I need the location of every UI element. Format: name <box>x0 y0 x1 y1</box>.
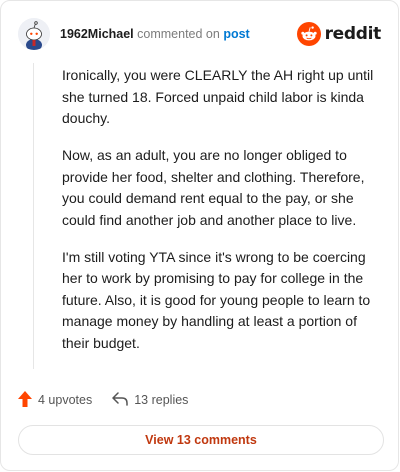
comment-paragraph: Ironically, you were CLEARLY the AH righ… <box>62 67 374 126</box>
comment-paragraph: Now, as an adult, you are no longer obli… <box>62 147 365 228</box>
post-link[interactable]: post <box>223 27 249 41</box>
upvote-button[interactable]: 4 upvotes <box>18 390 93 410</box>
comment-paragraph: I'm still voting YTA since it's wrong to… <box>62 248 371 351</box>
avatar[interactable] <box>18 18 50 50</box>
upvote-count: 4 upvotes <box>38 393 93 407</box>
username-link[interactable]: 1962Michael <box>60 27 134 41</box>
reddit-logo-icon <box>296 22 321 46</box>
comment-actions: 4 upvotes 13 replies <box>18 390 188 410</box>
comment-body: Ironically, you were CLEARLY the AH righ… <box>62 65 380 370</box>
comment-header: 1962Michael commented on post reddit <box>18 18 381 50</box>
comment-meta: 1962Michael commented on post <box>60 26 250 42</box>
reddit-brand[interactable]: reddit <box>296 22 382 46</box>
reddit-wordmark: reddit <box>324 24 382 44</box>
view-comments-button[interactable]: View 13 comments <box>18 425 384 455</box>
thread-line <box>33 63 34 369</box>
upvote-arrow-icon <box>18 390 32 410</box>
replies-button[interactable]: 13 replies <box>112 391 189 409</box>
embedded-comment-card: 1962Michael commented on post reddit Iro… <box>0 0 399 471</box>
reply-arrow-icon <box>112 391 128 409</box>
replies-count: 13 replies <box>134 393 189 407</box>
action-text: commented on <box>137 27 220 41</box>
